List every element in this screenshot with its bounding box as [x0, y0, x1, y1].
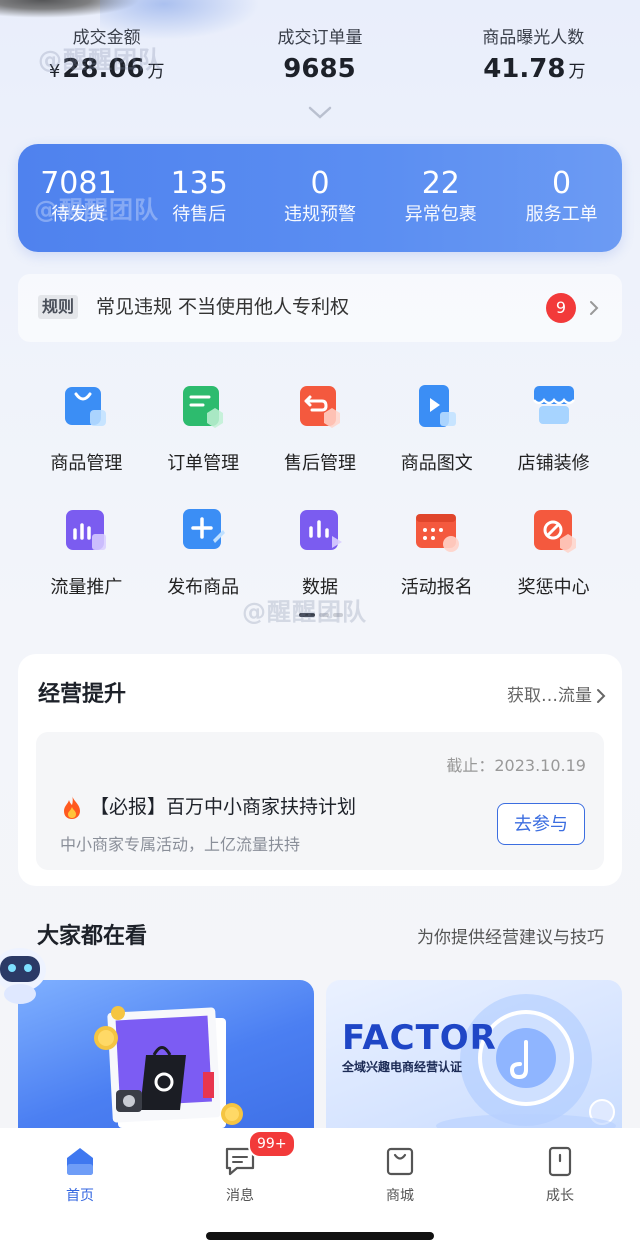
plus-icon — [183, 509, 226, 549]
summary-abnormal-packages[interactable]: 22 异常包裹 — [380, 144, 501, 252]
home-indicator[interactable] — [206, 1232, 434, 1240]
promo-deadline: 截止：2023.10.19 — [446, 756, 586, 775]
rules-notice-bar[interactable]: 规则 常见违规 不当使用他人专利权 9 — [18, 274, 622, 342]
section-subtitle: 为你提供经营建议与技巧 — [417, 928, 604, 948]
watermark: @醒醒团队 — [34, 196, 159, 224]
chevron-right-icon — [597, 689, 606, 703]
factor-subtitle: 全域兴趣电商经营认证 — [342, 1060, 463, 1074]
stat-value: 41.78 万 — [483, 54, 586, 84]
section-title: 大家都在看 — [37, 924, 148, 949]
video-doc-icon — [418, 385, 456, 427]
expand-chevron-icon[interactable] — [308, 106, 332, 120]
home-icon — [67, 1148, 93, 1175]
assistant-robot-icon[interactable] — [0, 940, 52, 1006]
promo-item[interactable]: 截止：2023.10.19 【必报】百万中小商家扶持计划 中小商家专属活动，上亿… — [36, 732, 604, 870]
stat-label: 成交订单量 — [277, 28, 363, 48]
stat-label: 商品曝光人数 — [482, 28, 585, 48]
promo-title: 【必报】百万中小商家扶持计划 — [90, 796, 357, 818]
card-title: 经营提升 — [38, 682, 127, 707]
rules-tag: 规则 — [38, 295, 79, 319]
content-card-ecommerce[interactable] — [18, 980, 314, 1140]
shop-bag-icon — [386, 1147, 414, 1176]
business-improvement-card: 经营提升 获取…流量 截止：2023.10.19 【必报】百万中小商家扶持计划 … — [18, 654, 622, 886]
message-count-badge: 99+ — [248, 1130, 296, 1158]
content-card-factor[interactable]: FACTOR 全域兴趣电商经营认证 — [326, 980, 622, 1140]
tab-growth[interactable]: 成长 — [520, 1144, 600, 1206]
promo-subtitle: 中小商家专属活动，上亿流量扶持 — [60, 835, 301, 854]
tab-home[interactable]: 首页 — [40, 1144, 120, 1206]
grid-item-store-decoration[interactable]: 店铺装修 — [495, 382, 612, 506]
grid-item-order-management[interactable]: 订单管理 — [145, 382, 262, 506]
grid-item-product-media[interactable]: 商品图文 — [378, 382, 495, 506]
rules-text: 常见违规 不当使用他人专利权 — [96, 296, 350, 318]
tab-mall[interactable]: 商城 — [360, 1144, 440, 1206]
store-icon — [532, 386, 575, 424]
grid-item-event-signup[interactable]: 活动报名 — [378, 506, 495, 630]
traffic-icon — [66, 510, 107, 550]
summary-service-tickets[interactable]: 0 服务工单 — [501, 144, 622, 252]
chart-icon — [299, 510, 342, 550]
stat-exposure[interactable]: 商品曝光人数 41.78 万 — [427, 26, 640, 96]
grid-item-product-management[interactable]: 商品管理 — [28, 382, 145, 506]
watermark: @醒醒团队 — [242, 598, 367, 626]
shopping-illustration — [94, 1006, 243, 1128]
bag-icon — [65, 387, 107, 426]
growth-icon — [548, 1146, 572, 1177]
prohibit-icon — [533, 510, 576, 553]
grid-item-rewards-penalties[interactable]: 奖惩中心 — [495, 506, 612, 630]
grid-item-after-sales[interactable]: 售后管理 — [262, 382, 379, 506]
watermark: @醒醒团队 — [38, 46, 163, 74]
rules-count-badge: 9 — [546, 293, 576, 323]
order-icon — [183, 386, 224, 428]
grid-item-traffic-promotion[interactable]: 流量推广 — [28, 506, 145, 630]
calendar-icon — [415, 514, 459, 552]
stat-value: 9685 — [283, 54, 356, 84]
fire-icon — [64, 795, 80, 819]
get-traffic-link[interactable]: 获取…流量 — [507, 684, 592, 708]
summary-violation-warning[interactable]: 0 违规预警 — [260, 144, 381, 252]
return-icon — [299, 386, 340, 428]
chevron-right-icon — [590, 301, 599, 315]
stat-orders[interactable]: 成交订单量 9685 — [213, 26, 426, 96]
join-button[interactable]: 去参与 — [497, 803, 585, 845]
factor-logo: FACTOR — [342, 1018, 497, 1058]
